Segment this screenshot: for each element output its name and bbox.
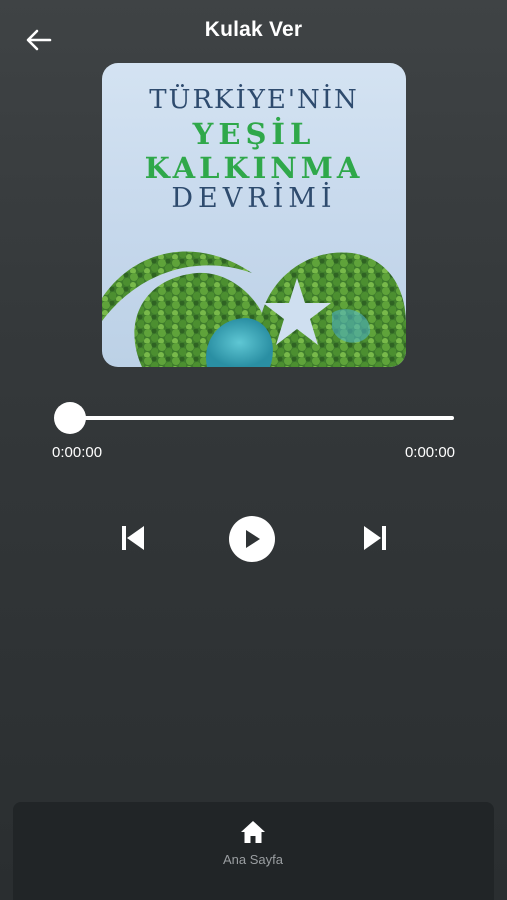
next-button[interactable] xyxy=(358,521,392,555)
play-icon xyxy=(246,530,260,548)
album-cover: TÜRKİYE'NİN YEŞİL KALKINMA DEVRİMİ xyxy=(102,63,406,367)
skip-next-icon xyxy=(364,526,386,550)
page-title: Kulak Ver xyxy=(204,18,303,41)
bottom-navigation: Ana Sayfa xyxy=(13,802,494,900)
progress-track[interactable] xyxy=(70,416,454,420)
progress-slider[interactable] xyxy=(54,402,454,434)
progress-thumb[interactable] xyxy=(54,402,86,434)
app-header: Kulak Ver xyxy=(0,0,507,70)
skip-previous-icon xyxy=(122,526,144,550)
cover-title-line-1: TÜRKİYE'NİN xyxy=(149,85,359,115)
total-time: 0:00:00 xyxy=(404,444,455,461)
home-icon xyxy=(241,821,265,843)
current-time: 0:00:00 xyxy=(52,444,103,461)
cover-title-line-3: KALKINMA xyxy=(144,151,364,185)
nav-item-home[interactable]: Ana Sayfa xyxy=(203,820,303,876)
play-button[interactable] xyxy=(229,516,275,562)
cover-title-line-4: DEVRİMİ xyxy=(171,183,337,214)
nav-item-label: Ana Sayfa xyxy=(223,852,283,867)
previous-button[interactable] xyxy=(116,521,150,555)
cover-title-line-2: YEŞİL xyxy=(192,117,316,151)
